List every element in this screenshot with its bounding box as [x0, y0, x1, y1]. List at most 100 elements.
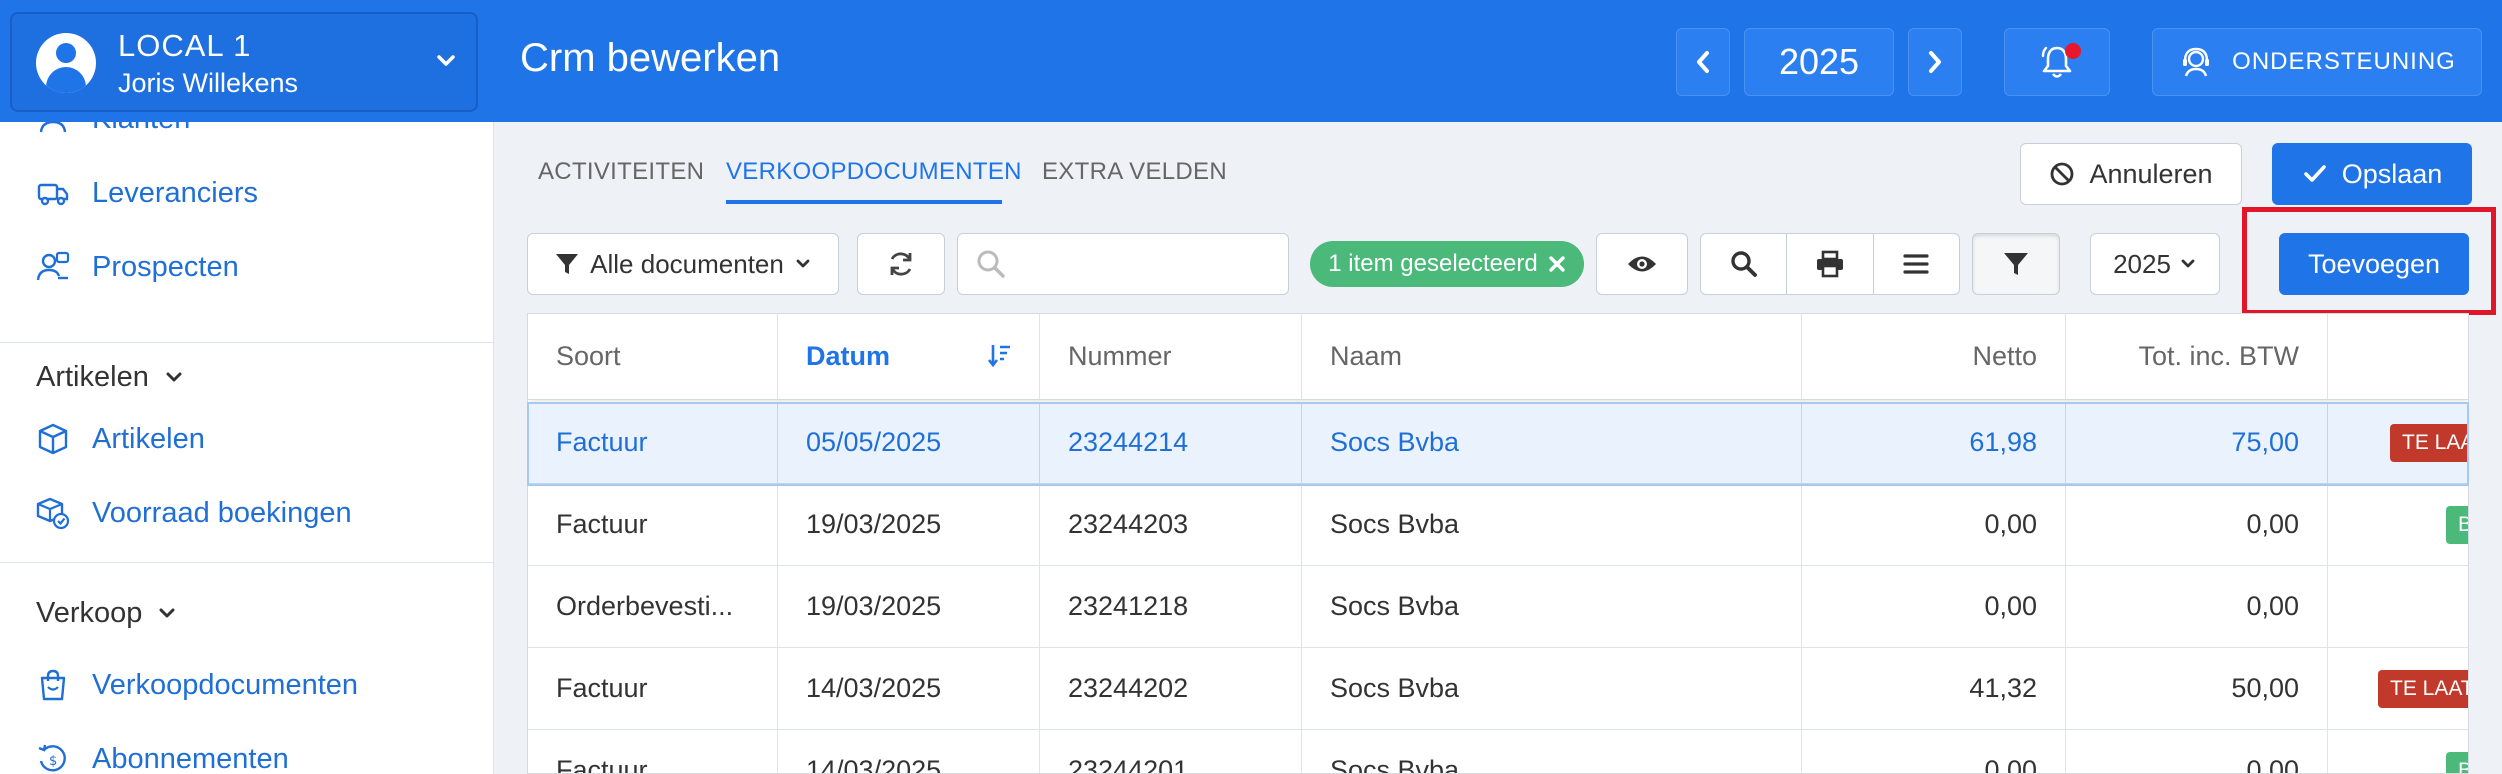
- subscription-icon: $: [38, 744, 66, 772]
- sidebar-section-label: Verkoop: [36, 596, 143, 629]
- cancel-button[interactable]: Annuleren: [2020, 143, 2242, 205]
- refresh-button[interactable]: [857, 233, 945, 295]
- table-row[interactable]: Factuur 19/03/2025 23244203 Socs Bvba 0,…: [528, 484, 2468, 566]
- notification-dot: [2065, 43, 2081, 59]
- cell-nummer: 23241218: [1040, 566, 1302, 647]
- sidebar-item-klanten[interactable]: Klanten: [36, 122, 190, 136]
- table-row[interactable]: Factuur 14/03/2025 23244202 Socs Bvba 41…: [528, 648, 2468, 730]
- column-header-netto[interactable]: Netto: [1802, 314, 2066, 399]
- filter-icon: [556, 254, 579, 274]
- user-avatar-icon: [36, 33, 96, 93]
- status-badge: TE LAAT: [2378, 670, 2468, 708]
- sidebar-divider: [0, 562, 493, 563]
- list-icon: [1903, 254, 1929, 274]
- cell-naam: Socs Bvba: [1302, 484, 1802, 565]
- document-filter-dropdown[interactable]: Alle documenten: [527, 233, 839, 295]
- chevron-down-icon: [796, 259, 810, 268]
- selection-chip[interactable]: 1 item geselecteerd: [1310, 241, 1584, 287]
- notifications-button[interactable]: [2004, 28, 2110, 96]
- tab-verkoopdocumenten[interactable]: VERKOOPDOCUMENTEN: [726, 158, 1022, 186]
- search-button[interactable]: [1701, 234, 1788, 294]
- top-bar: LOCAL 1 Joris Willekens Crm bewerken 202…: [0, 0, 2502, 122]
- cell-soort: Factuur: [528, 484, 778, 565]
- cell-netto: 61,98: [1802, 402, 2066, 483]
- page-title: Crm bewerken: [520, 36, 781, 80]
- cell-totaal: 0,00: [2066, 566, 2328, 647]
- year-display[interactable]: 2025: [1744, 28, 1894, 96]
- search-icon: [977, 250, 1005, 278]
- cell-totaal: 75,00: [2066, 402, 2328, 483]
- tab-extra-velden[interactable]: EXTRA VELDEN: [1042, 158, 1227, 186]
- close-icon[interactable]: [1548, 255, 1566, 273]
- previous-year-button[interactable]: [1676, 28, 1730, 96]
- cell-totaal: 0,00: [2066, 484, 2328, 565]
- cell-naam: Socs Bvba: [1302, 648, 1802, 729]
- truck-icon: [37, 183, 69, 206]
- preview-button[interactable]: [1596, 233, 1688, 295]
- cell-status: [2328, 566, 2468, 647]
- sidebar-item-artikelen[interactable]: Artikelen: [36, 422, 205, 456]
- ban-icon: [2051, 162, 2074, 186]
- shopping-bag-icon: [40, 669, 66, 701]
- sidebar-item-label: Voorraad boekingen: [92, 496, 352, 529]
- print-button[interactable]: [1787, 234, 1874, 294]
- sidebar-item-verkoopdocumenten[interactable]: Verkoopdocumenten: [36, 668, 358, 702]
- cell-netto: 0,00: [1802, 730, 2066, 773]
- sidebar-item-prospecten[interactable]: Prospecten: [36, 250, 239, 284]
- account-switcher[interactable]: LOCAL 1 Joris Willekens: [10, 12, 478, 112]
- cell-soort: Factuur: [528, 402, 778, 483]
- support-button[interactable]: ONDERSTEUNING: [2152, 28, 2482, 96]
- status-badge: B: [2446, 506, 2468, 544]
- sidebar-item-label: Prospecten: [92, 250, 239, 283]
- cell-totaal: 0,00: [2066, 730, 2328, 773]
- column-header-label: Datum: [806, 341, 891, 371]
- column-header-nummer[interactable]: Nummer: [1040, 314, 1302, 399]
- tab-activiteiten[interactable]: ACTIVITEITEN: [538, 158, 704, 186]
- cell-status: TE LAAT: [2328, 648, 2468, 729]
- cancel-label: Annuleren: [2089, 158, 2213, 189]
- save-button[interactable]: Opslaan: [2272, 143, 2472, 205]
- cell-datum: 19/03/2025: [778, 484, 1040, 565]
- sidebar-section-artikelen[interactable]: Artikelen: [36, 352, 185, 402]
- cell-status: B: [2328, 484, 2468, 565]
- stock-icon: [36, 497, 70, 530]
- chevron-left-icon: [1697, 51, 1709, 73]
- cell-nummer: 23244201: [1040, 730, 1302, 773]
- year-filter-dropdown[interactable]: 2025: [2090, 233, 2220, 295]
- headset-icon: [2183, 47, 2210, 77]
- columns-menu-button[interactable]: [1874, 234, 1959, 294]
- column-header-soort[interactable]: Soort: [528, 314, 778, 399]
- column-header-datum[interactable]: Datum: [778, 314, 1040, 399]
- document-filter-label: Alle documenten: [590, 248, 784, 279]
- cell-naam: Socs Bvba: [1302, 730, 1802, 773]
- search-box[interactable]: [957, 233, 1289, 295]
- column-header-totaal[interactable]: Tot. inc. BTW: [2066, 314, 2328, 399]
- sidebar-item-abonnementen[interactable]: $ Abonnementen: [36, 742, 289, 774]
- cell-totaal: 50,00: [2066, 648, 2328, 729]
- table-row[interactable]: Factuur 14/03/2025 23244201 Socs Bvba 0,…: [528, 730, 2468, 773]
- sidebar-item-voorraad-boekingen[interactable]: Voorraad boekingen: [36, 496, 352, 530]
- chevron-down-icon: [437, 55, 455, 66]
- table-row[interactable]: Factuur 05/05/2025 23244214 Socs Bvba 61…: [528, 402, 2468, 484]
- sidebar-divider: [0, 342, 493, 343]
- cell-nummer: 23244214: [1040, 402, 1302, 483]
- cell-soort: Factuur: [528, 648, 778, 729]
- cell-nummer: 23244202: [1040, 648, 1302, 729]
- cell-datum: 05/05/2025: [778, 402, 1040, 483]
- highlight-frame: [2242, 207, 2496, 315]
- sidebar-item-label: Leveranciers: [92, 176, 259, 209]
- advanced-filter-button[interactable]: [1972, 233, 2060, 295]
- cell-datum: 14/03/2025: [778, 648, 1040, 729]
- support-label: ONDERSTEUNING: [2232, 48, 2456, 75]
- search-input[interactable]: [1020, 250, 1280, 278]
- column-header-naam[interactable]: Naam: [1302, 314, 1802, 399]
- sidebar-section-verkoop[interactable]: Verkoop: [36, 588, 178, 638]
- table-actions-group: [1700, 233, 1960, 295]
- sidebar-item-label: Klanten: [92, 122, 190, 136]
- cell-soort: Factuur: [528, 730, 778, 773]
- sidebar-item-leveranciers[interactable]: Leveranciers: [36, 176, 258, 210]
- table-header-row: Soort Datum Nummer Naam Netto Tot. inc. …: [528, 314, 2468, 400]
- sidebar-item-label: Artikelen: [92, 422, 205, 455]
- table-row[interactable]: Orderbevesti... 19/03/2025 23241218 Socs…: [528, 566, 2468, 648]
- next-year-button[interactable]: [1908, 28, 1962, 96]
